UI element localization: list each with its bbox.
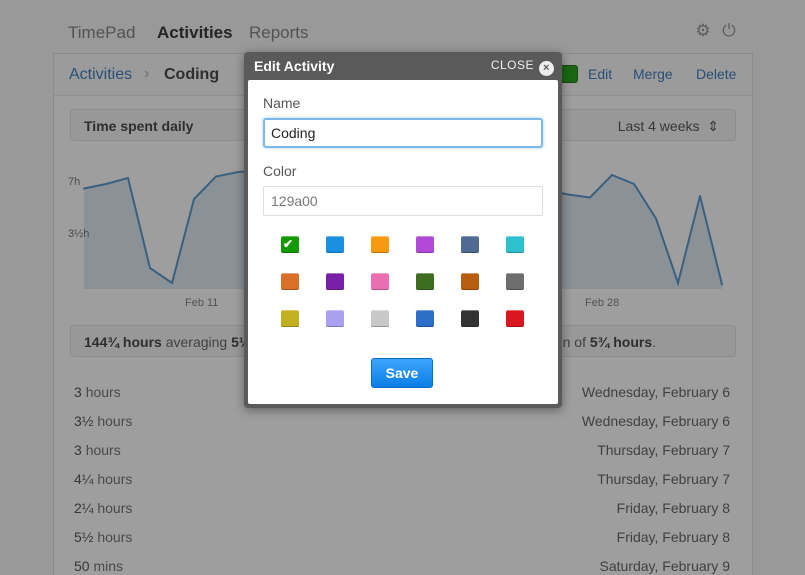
close-icon: ×	[539, 61, 554, 76]
name-label: Name	[263, 95, 301, 111]
checkmark-icon: ✔	[283, 237, 294, 251]
color-swatch[interactable]	[461, 236, 479, 253]
color-swatch[interactable]	[506, 236, 524, 253]
color-swatch[interactable]	[371, 236, 389, 253]
edit-activity-dialog: Edit Activity CLOSE × Name Color ✔ Save	[244, 52, 562, 408]
color-swatch[interactable]	[326, 236, 344, 253]
color-swatch[interactable]	[506, 273, 524, 290]
close-button[interactable]: CLOSE ×	[491, 58, 554, 76]
color-swatch[interactable]	[371, 310, 389, 327]
color-label: Color	[263, 163, 297, 179]
color-swatch[interactable]	[416, 273, 434, 290]
color-hex-input[interactable]	[263, 186, 543, 216]
color-swatch[interactable]	[326, 273, 344, 290]
color-swatch[interactable]	[371, 273, 389, 290]
color-swatch[interactable]	[281, 273, 299, 290]
color-swatch[interactable]	[326, 310, 344, 327]
color-swatch[interactable]	[281, 310, 299, 327]
name-input[interactable]	[263, 118, 543, 148]
color-swatch[interactable]	[461, 310, 479, 327]
color-swatch[interactable]	[416, 310, 434, 327]
color-swatch[interactable]	[416, 236, 434, 253]
color-swatch[interactable]	[506, 310, 524, 327]
save-button[interactable]: Save	[371, 358, 433, 388]
dialog-body: Name Color ✔ Save	[248, 80, 558, 404]
dialog-title: Edit Activity	[254, 58, 335, 74]
color-swatch[interactable]: ✔	[281, 236, 299, 253]
close-label: CLOSE	[490, 58, 534, 72]
color-swatch[interactable]	[461, 273, 479, 290]
